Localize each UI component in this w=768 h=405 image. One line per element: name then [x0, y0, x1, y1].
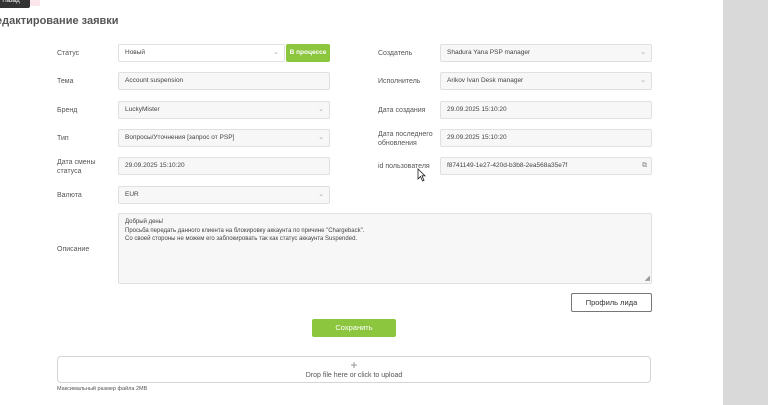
status-label: Статус — [57, 50, 80, 57]
creator-value: Shadura Yana PSP manager — [447, 49, 531, 56]
type-label: Тип — [57, 135, 69, 142]
status-change-date-input[interactable]: 29.09.2025 15:10:20 — [118, 157, 330, 175]
chevron-down-icon: ⌄ — [318, 106, 324, 113]
chevron-down-icon: ⌄ — [318, 191, 324, 198]
lead-profile-button[interactable]: Профиль лида — [571, 293, 652, 312]
mouse-cursor-icon — [417, 168, 426, 182]
executor-label: Исполнитель — [378, 78, 421, 85]
back-button[interactable]: Назад — [0, 0, 30, 8]
description-line: Со своей стороны не можем его заблокиров… — [125, 236, 358, 242]
chevron-down-icon: ⌄ — [273, 49, 279, 56]
type-value: Вопросы/Уточнения [запрос от PSP] — [125, 134, 235, 141]
chevron-down-icon: ⌄ — [318, 134, 324, 141]
plus-icon: + — [350, 358, 358, 372]
chevron-down-icon: ⌄ — [640, 77, 646, 84]
chevron-down-icon: ⌄ — [640, 49, 646, 56]
status-value: Новый — [125, 49, 146, 56]
currency-value: EUR — [125, 191, 139, 198]
in-progress-button[interactable]: В процессе — [286, 44, 330, 62]
file-upload-dropzone[interactable]: + Drop file here or click to upload — [57, 356, 651, 383]
updated-date-input[interactable]: 29.09.2025 15:10:20 — [440, 129, 652, 147]
description-line: Просьба передать данного клиента на блок… — [125, 227, 365, 234]
theme-input[interactable]: Account suspension — [118, 72, 330, 90]
brand-select[interactable]: LuckyMister ⌄ — [118, 101, 330, 119]
created-date-label: Дата создания — [378, 107, 426, 114]
created-date-input[interactable]: 29.09.2025 15:10:20 — [440, 101, 652, 119]
user-id-value: f8741149-1e27-420d-b3b8-2ea568a35e7f — [447, 162, 568, 169]
save-button[interactable]: Сохранить — [312, 319, 396, 337]
brand-label: Бренд — [57, 107, 78, 114]
updated-date-label: Дата последнего обновления — [378, 131, 433, 147]
currency-select[interactable]: EUR ⌄ — [118, 186, 330, 204]
status-select[interactable]: Новый ⌄ — [118, 44, 285, 62]
description-textarea[interactable]: Добрый день! Просьба передать данного кл… — [118, 213, 652, 284]
creator-label: Создатель — [378, 50, 413, 57]
executor-select[interactable]: Arikov Ivan Desk manager ⌄ — [440, 72, 652, 90]
type-select[interactable]: Вопросы/Уточнения [запрос от PSP] ⌄ — [118, 129, 330, 147]
page-title: едактирование заявки — [0, 15, 119, 27]
resize-grip-icon[interactable]: ◢ — [645, 275, 650, 284]
upload-text: Drop file here or click to upload — [305, 372, 403, 379]
executor-value: Arikov Ivan Desk manager — [447, 77, 524, 84]
edit-request-page: Назад едактирование заявки Статус Новый … — [0, 0, 723, 405]
currency-label: Валюта — [57, 192, 82, 199]
status-change-date-label: Дата смены статуса — [57, 159, 96, 175]
max-file-size-note: Максимальный размер файла 2MB — [57, 386, 148, 392]
copy-icon[interactable]: ⧉ — [642, 158, 647, 174]
theme-label: Тема — [57, 78, 74, 85]
creator-select[interactable]: Shadura Yana PSP manager ⌄ — [440, 44, 652, 62]
description-label: Описание — [57, 246, 90, 253]
description-line: Добрый день! — [125, 219, 164, 225]
user-id-input[interactable]: f8741149-1e27-420d-b3b8-2ea568a35e7f ⧉ — [440, 157, 652, 175]
brand-value: LuckyMister — [125, 106, 160, 113]
